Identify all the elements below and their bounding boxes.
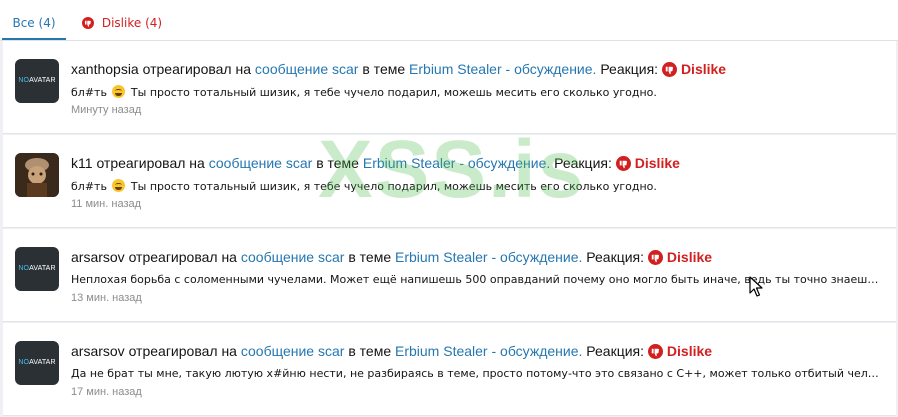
reacted-on-text: отреагировал на bbox=[96, 155, 205, 171]
reacted-on-text: отреагировал на bbox=[128, 249, 237, 265]
thread-link[interactable]: Erbium Stealer - обсуждение. bbox=[363, 155, 550, 171]
avatar[interactable]: NOAVATAR bbox=[15, 247, 59, 291]
notification-text: arsarsov отреагировал на сообщение scar … bbox=[71, 249, 712, 268]
snippet-prefix: бл#ть bbox=[71, 86, 107, 99]
avatar[interactable]: NOAVATAR bbox=[15, 341, 59, 385]
thread-link[interactable]: Erbium Stealer - обсуждение. bbox=[395, 343, 582, 359]
in-topic-text: в теме bbox=[348, 249, 392, 265]
dislike-icon bbox=[661, 62, 677, 80]
avatar-text: AVATAR bbox=[29, 265, 56, 272]
dislike-icon bbox=[647, 250, 663, 268]
reacted-on-text: отреагировал на bbox=[142, 61, 251, 77]
in-topic-text: в теме bbox=[316, 155, 359, 171]
avatar-photo bbox=[15, 153, 59, 197]
message-snippet: бл#ть Ты просто тотальный шизик, я тебе … bbox=[71, 179, 881, 193]
avatar[interactable] bbox=[15, 153, 59, 197]
reaction-label: Dislike bbox=[680, 61, 727, 77]
reaction-label: Dislike bbox=[634, 155, 680, 171]
dislike-icon bbox=[647, 344, 663, 362]
mouse-pointer-icon bbox=[749, 276, 763, 297]
timestamp: Минуту назад bbox=[71, 104, 142, 116]
reaction-label: Dislike bbox=[666, 343, 713, 359]
tab-dislike[interactable]: Dislike (4) bbox=[82, 0, 162, 40]
no-avatar-placeholder: NOAVATAR bbox=[15, 77, 59, 84]
avatar-no-text: NO bbox=[18, 265, 30, 272]
reaction-badge: Dislike bbox=[615, 155, 680, 174]
tab-all[interactable]: Все (4) bbox=[2, 0, 66, 40]
username-link[interactable]: k11 bbox=[71, 155, 93, 171]
reaction-text: Реакция: bbox=[586, 343, 645, 359]
in-topic-text: в теме bbox=[348, 343, 392, 359]
reaction-text: Реакция: bbox=[586, 249, 645, 265]
timestamp: 11 мин. назад bbox=[71, 198, 142, 210]
avatar[interactable]: NOAVATAR bbox=[15, 59, 59, 103]
message-snippet: бл#ть Ты просто тотальный шизик, я тебе … bbox=[71, 85, 881, 99]
avatar-no-text: NO bbox=[18, 359, 30, 366]
timestamp: 17 мин. назад bbox=[71, 386, 142, 398]
reaction-badge: Dislike bbox=[661, 61, 727, 80]
reaction-text: Реакция: bbox=[554, 155, 612, 171]
snippet-text: Ты просто тотальный шизик, я тебе чучело… bbox=[130, 180, 657, 193]
snippet-prefix: бл#ть bbox=[71, 180, 107, 193]
timestamp: 13 мин. назад bbox=[71, 292, 142, 304]
dislike-icon bbox=[615, 156, 631, 174]
tab-dislike-label: Dislike bbox=[101, 16, 142, 30]
notification-item[interactable]: NOAVATAR xanthopsia отреагировал на сооб… bbox=[3, 41, 896, 134]
notification-list: NOAVATAR xanthopsia отреагировал на сооб… bbox=[0, 41, 898, 417]
notification-text: k11 отреагировал на сообщение scar в тем… bbox=[71, 155, 680, 174]
laughing-emoji-icon bbox=[112, 179, 126, 192]
avatar-text: AVATAR bbox=[29, 77, 56, 84]
message-link[interactable]: сообщение scar bbox=[209, 155, 313, 171]
tab-all-count: (4) bbox=[38, 16, 56, 30]
message-link[interactable]: сообщение scar bbox=[241, 249, 345, 265]
laughing-emoji-icon bbox=[112, 85, 126, 98]
no-avatar-placeholder: NOAVATAR bbox=[15, 265, 59, 272]
reaction-badge: Dislike bbox=[647, 249, 713, 268]
thread-link[interactable]: Erbium Stealer - обсуждение. bbox=[409, 61, 596, 77]
tab-dislike-count: (4) bbox=[145, 16, 163, 30]
message-link[interactable]: сообщение scar bbox=[241, 343, 345, 359]
in-topic-text: в теме bbox=[362, 61, 406, 77]
message-snippet: Да не брат ты мне, такую лютую х#йню нес… bbox=[71, 367, 881, 380]
snippet-text: Ты просто тотальный шизик, я тебе чучело… bbox=[130, 86, 657, 99]
username-link[interactable]: arsarsov bbox=[71, 249, 125, 265]
reaction-filter-tabs: Все (4) Dislike (4) bbox=[0, 0, 898, 41]
avatar-text: AVATAR bbox=[29, 359, 56, 366]
reaction-label: Dislike bbox=[666, 249, 713, 265]
no-avatar-placeholder: NOAVATAR bbox=[15, 359, 59, 366]
avatar-no-text: NO bbox=[18, 77, 30, 84]
tab-all-label: Все bbox=[12, 16, 35, 30]
notification-text: xanthopsia отреагировал на сообщение sca… bbox=[71, 61, 726, 80]
notification-item[interactable]: NOAVATAR arsarsov отреагировал на сообще… bbox=[3, 323, 896, 416]
reaction-badge: Dislike bbox=[647, 343, 713, 362]
notification-item[interactable]: k11 отреагировал на сообщение scar в тем… bbox=[3, 135, 896, 228]
reaction-text: Реакция: bbox=[600, 61, 659, 77]
username-link[interactable]: xanthopsia bbox=[71, 61, 139, 77]
thread-link[interactable]: Erbium Stealer - обсуждение. bbox=[395, 249, 582, 265]
username-link[interactable]: arsarsov bbox=[71, 343, 125, 359]
message-link[interactable]: сообщение scar bbox=[255, 61, 359, 77]
notification-text: arsarsov отреагировал на сообщение scar … bbox=[71, 343, 712, 362]
reacted-on-text: отреагировал на bbox=[128, 343, 237, 359]
